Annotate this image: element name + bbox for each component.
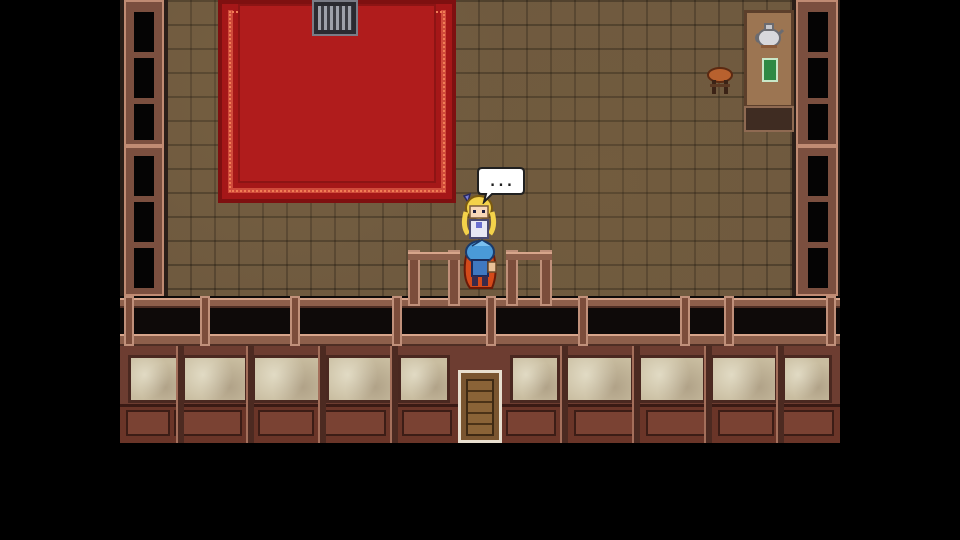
railing-post bbox=[486, 296, 496, 346]
wainscot-panel bbox=[258, 410, 314, 436]
wall-panel bbox=[252, 355, 322, 403]
wall-panel bbox=[182, 355, 248, 403]
wooden-stool-icon bbox=[707, 67, 733, 94]
wainscot-panel bbox=[574, 410, 640, 436]
wooden-door[interactable] bbox=[458, 370, 502, 443]
railing-post bbox=[290, 296, 300, 346]
wall-post bbox=[390, 346, 398, 443]
wall-post bbox=[632, 346, 640, 443]
wall-panel bbox=[510, 355, 560, 403]
gate-rail-right bbox=[506, 252, 552, 260]
wall-panel bbox=[326, 355, 394, 403]
wainscot-panel bbox=[780, 410, 834, 436]
wainscot-panel bbox=[174, 410, 242, 436]
wall-post bbox=[776, 346, 784, 443]
left-wall bbox=[120, 0, 168, 330]
wainscot-panel bbox=[126, 410, 170, 436]
railing-post bbox=[724, 296, 734, 346]
wainscot-panel bbox=[646, 410, 712, 436]
wainscot-panel bbox=[402, 410, 452, 436]
wall-panel bbox=[782, 355, 832, 403]
speech-bubble-text: ... bbox=[488, 174, 513, 190]
railing-post bbox=[124, 296, 134, 346]
wall-post bbox=[176, 346, 184, 443]
wall-panel bbox=[710, 355, 778, 403]
game-viewport[interactable]: ... bbox=[120, 0, 840, 443]
wainscot-panel bbox=[506, 410, 556, 436]
right-pillar-upper bbox=[796, 0, 838, 146]
speech-bubble: ... bbox=[477, 167, 525, 204]
right-pillar-lower bbox=[796, 146, 838, 296]
gate-rail-left bbox=[408, 252, 460, 260]
wall-post bbox=[246, 346, 254, 443]
left-pillar-upper bbox=[124, 0, 164, 146]
wall-panel bbox=[638, 355, 706, 403]
side-table-legs bbox=[744, 106, 794, 132]
left-pillar-lower bbox=[124, 146, 164, 296]
wainscot-panel bbox=[718, 410, 774, 436]
green-book-icon[interactable] bbox=[762, 58, 778, 82]
railing-post bbox=[826, 296, 836, 346]
wall-panel bbox=[128, 355, 180, 403]
wall-panel bbox=[398, 355, 450, 403]
wall-panel bbox=[564, 355, 634, 403]
right-wall bbox=[792, 0, 840, 330]
wall-post bbox=[560, 346, 568, 443]
wainscot-panel bbox=[320, 410, 386, 436]
hero-character[interactable] bbox=[458, 238, 502, 290]
iron-grate[interactable] bbox=[312, 0, 358, 36]
railing-post bbox=[392, 296, 402, 346]
railing-post bbox=[680, 296, 690, 346]
wall-post bbox=[318, 346, 326, 443]
teapot-icon[interactable] bbox=[754, 18, 784, 50]
railing-post bbox=[578, 296, 588, 346]
wall-post bbox=[704, 346, 712, 443]
railing-post bbox=[200, 296, 210, 346]
